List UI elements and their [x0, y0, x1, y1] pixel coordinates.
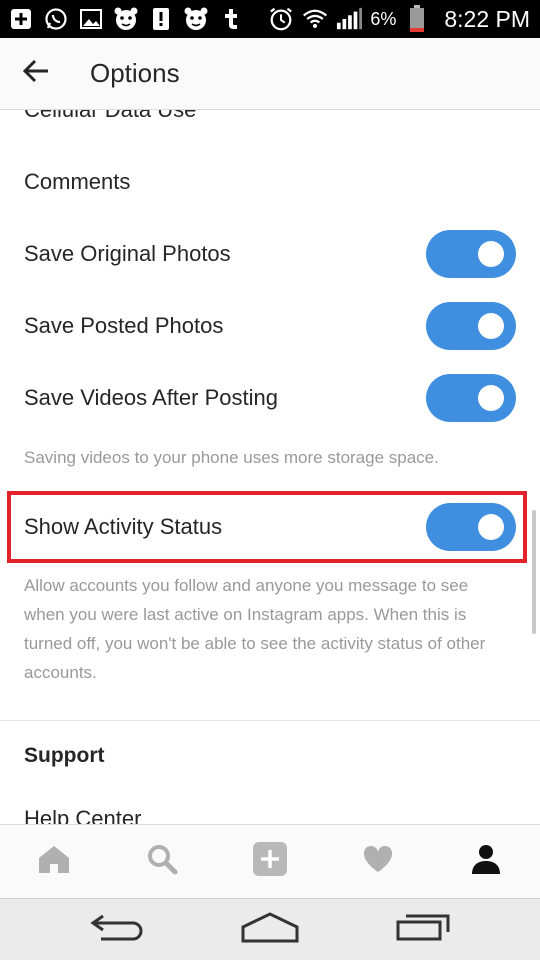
row-label: Comments [24, 169, 131, 194]
save-original-photos-toggle[interactable] [426, 230, 516, 278]
row-label: Save Posted Photos [24, 313, 224, 338]
note-line: accounts. [24, 663, 97, 682]
note-line: when you were last active on Instagram a… [24, 605, 467, 624]
status-bar: 6% 8:22 PM [0, 0, 540, 38]
list-item-save-posted-photos: Save Posted Photos [0, 292, 540, 360]
nav-back-button[interactable] [72, 905, 162, 955]
list-item-save-original-photos: Save Original Photos [0, 220, 540, 288]
save-videos-toggle[interactable] [426, 374, 516, 422]
page-title: Options [90, 58, 180, 88]
tab-add-post[interactable] [240, 832, 300, 892]
list-item-help-center[interactable]: Help Center [0, 806, 540, 824]
battery-icon [404, 5, 430, 32]
tab-home[interactable] [24, 832, 84, 892]
signal-icon [336, 6, 363, 32]
alarm-icon [268, 6, 294, 32]
heart-icon [362, 844, 394, 879]
bottom-tab-bar [0, 824, 540, 898]
activity-status-note: Allow accounts you follow and anyone you… [24, 571, 524, 687]
row-label: Help Center [24, 806, 142, 824]
tumblr-icon [218, 6, 244, 32]
note-line: turned off, you won't be able to see the… [24, 634, 486, 653]
tab-search[interactable] [132, 832, 192, 892]
app-header: Options [0, 38, 540, 110]
videos-storage-note: Saving videos to your phone uses more st… [24, 448, 439, 467]
alert-icon [148, 6, 174, 32]
arrow-left-icon [22, 57, 50, 90]
toggle-knob [478, 385, 504, 411]
wifi-icon [302, 6, 328, 32]
list-item-cellular-data-use[interactable]: Cellular Data Use [0, 110, 540, 132]
toggle-knob [478, 313, 504, 339]
tiger-icon [113, 6, 139, 32]
section-divider [0, 720, 540, 721]
battery-percent: 6% [370, 8, 397, 29]
highlight-box [7, 491, 527, 563]
save-posted-photos-toggle[interactable] [426, 302, 516, 350]
nav-home-button[interactable] [225, 905, 315, 955]
note-line: Allow accounts you follow and anyone you… [24, 576, 469, 595]
back-button[interactable] [0, 38, 72, 110]
options-list[interactable]: Cellular Data Use Comments Save Original… [0, 110, 540, 824]
clock: 8:22 PM [444, 5, 530, 32]
list-item-save-videos-after-posting: Save Videos After Posting [0, 364, 540, 432]
add-post-icon [252, 841, 288, 882]
section-heading-support: Support [24, 744, 105, 767]
list-item-comments[interactable]: Comments [0, 148, 540, 216]
system-nav-bar [0, 898, 540, 960]
plus-box-icon [8, 6, 34, 32]
row-label: Save Original Photos [24, 241, 231, 266]
home-nav-icon [240, 911, 300, 948]
back-nav-icon [89, 912, 145, 947]
tiger-icon [183, 6, 209, 32]
whatsapp-icon [43, 6, 69, 32]
toggle-knob [478, 241, 504, 267]
tab-profile[interactable] [456, 832, 516, 892]
home-icon [37, 844, 71, 879]
search-icon [146, 843, 178, 880]
profile-icon [470, 843, 502, 880]
image-icon [78, 6, 104, 32]
tab-activity[interactable] [348, 832, 408, 892]
nav-recents-button[interactable] [378, 905, 468, 955]
row-label: Cellular Data Use [24, 110, 196, 123]
row-label: Save Videos After Posting [24, 385, 278, 410]
scrollbar[interactable] [532, 510, 536, 634]
recents-nav-icon [395, 912, 451, 947]
